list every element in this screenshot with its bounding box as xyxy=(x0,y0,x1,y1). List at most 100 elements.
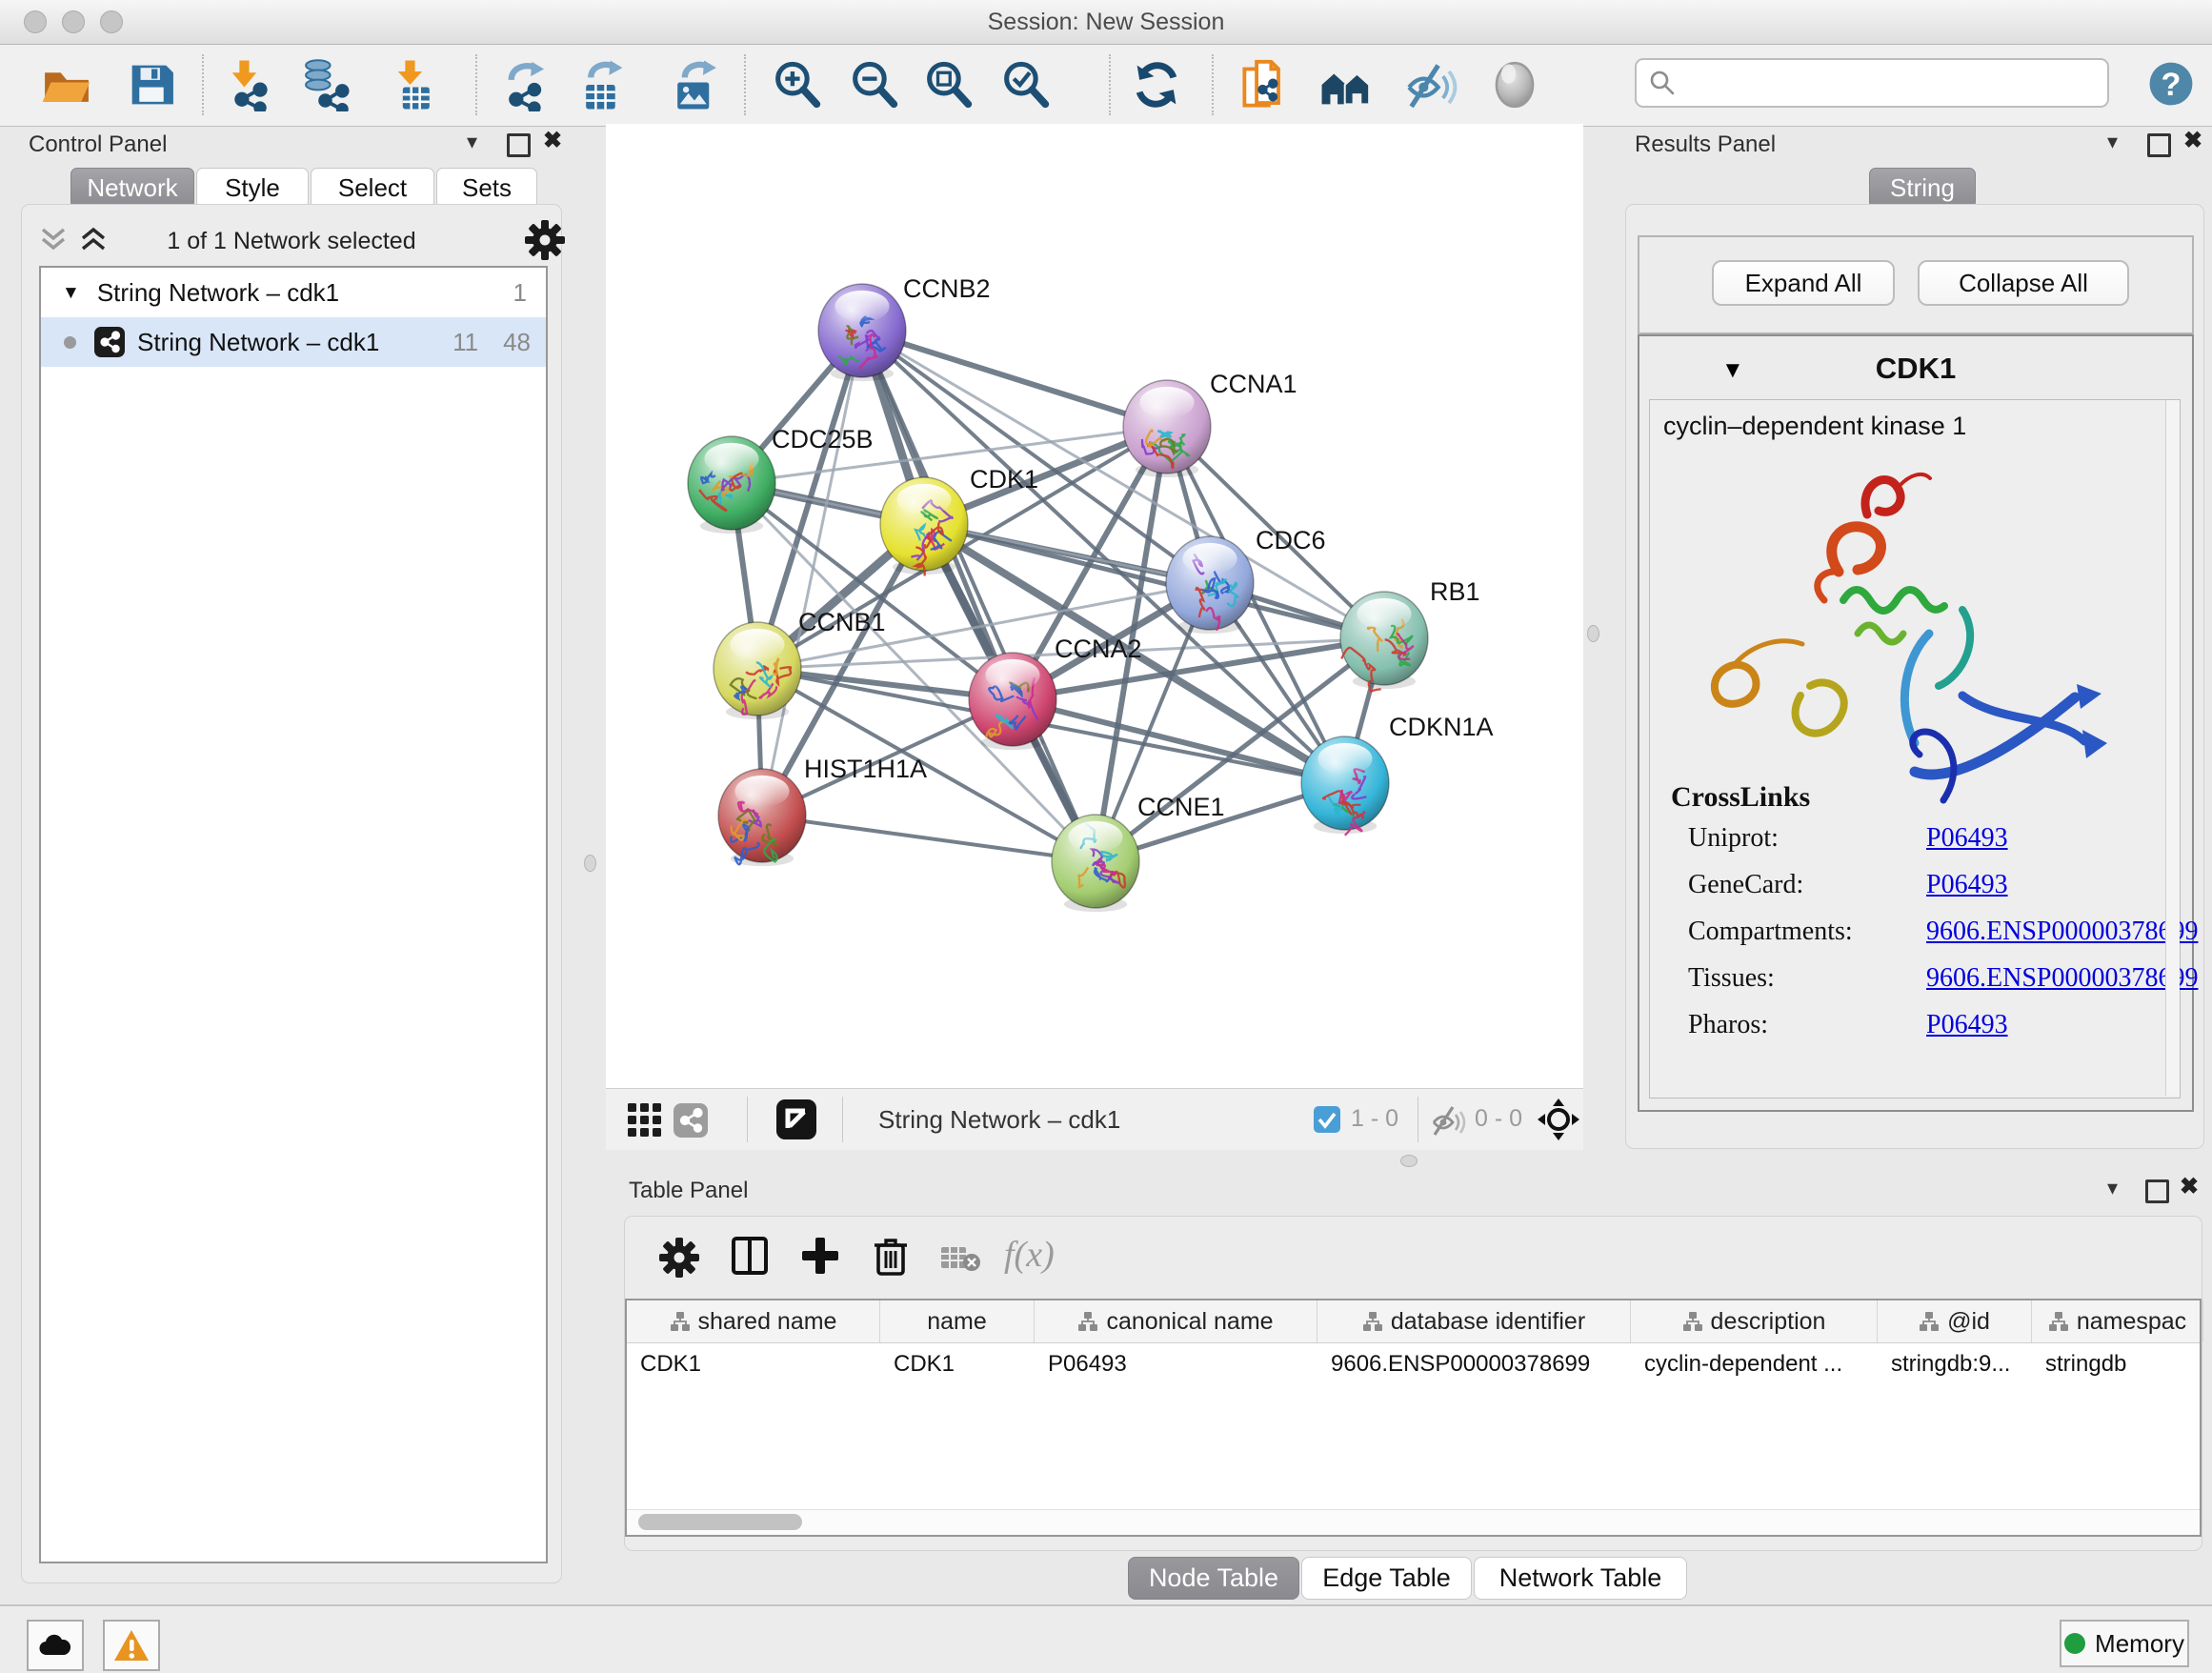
export-image-button[interactable] xyxy=(668,58,721,111)
delete-column-icon[interactable] xyxy=(871,1236,911,1276)
show-columns-icon[interactable] xyxy=(730,1236,770,1276)
results-panel-collapse-icon[interactable]: ▾ xyxy=(2107,131,2118,152)
column-header-database-identifier[interactable]: database identifier xyxy=(1317,1300,1631,1342)
help-button[interactable]: ? xyxy=(2143,56,2197,110)
zoom-selected-button[interactable] xyxy=(999,58,1053,111)
network-row[interactable]: String Network – cdk1 11 48 xyxy=(41,317,546,367)
column-header-description[interactable]: description xyxy=(1631,1300,1878,1342)
edge-CCNB2-CCNA1[interactable] xyxy=(862,331,1167,427)
left-splitter-handle[interactable] xyxy=(584,855,596,872)
results-panel-body: Expand All Collapse All ▼ CDK1 cyclin–de… xyxy=(1625,204,2204,1149)
crosslink-value-link[interactable]: 9606.ENSP00000378699 xyxy=(1926,917,2198,947)
crosslink-value-link[interactable]: P06493 xyxy=(1926,823,2008,854)
warnings-button[interactable] xyxy=(103,1620,160,1671)
save-session-button[interactable] xyxy=(125,58,178,111)
zoom-fit-button[interactable] xyxy=(922,58,975,111)
node-CCNA2[interactable] xyxy=(969,653,1056,750)
string-network-graph[interactable]: CCNB2CCNA1CDC25BCDK1CDC6RB1CCNB1CCNA2CDK… xyxy=(606,124,1583,1088)
node-RB1[interactable] xyxy=(1340,592,1428,693)
export-table-button[interactable] xyxy=(576,58,630,111)
import-network-file-button[interactable] xyxy=(220,58,273,111)
table-type-tabs: Node TableEdge TableNetwork Table xyxy=(1128,1557,1689,1600)
node-CDC6[interactable] xyxy=(1166,536,1254,634)
delete-table-icon[interactable] xyxy=(939,1243,981,1274)
network-options-gear-icon[interactable] xyxy=(525,220,565,265)
table-row[interactable]: CDK1CDK1P064939606.ENSP00000378699cyclin… xyxy=(627,1343,2200,1385)
tab-string[interactable]: String xyxy=(1869,168,1976,209)
cloud-status-button[interactable] xyxy=(27,1620,84,1671)
node-CCNB1[interactable] xyxy=(714,622,801,719)
zoom-in-icon xyxy=(771,58,824,111)
tab-sets[interactable]: Sets xyxy=(436,168,537,209)
string-view-icon[interactable] xyxy=(673,1102,709,1139)
clone-network-button[interactable] xyxy=(1238,58,1292,111)
hide-details-button[interactable] xyxy=(1404,58,1458,111)
column-header-namespac[interactable]: namespac xyxy=(2032,1300,2203,1342)
show-details-button[interactable] xyxy=(1488,58,1541,111)
fit-crosshair-icon[interactable] xyxy=(1536,1097,1581,1142)
results-panel-close-icon[interactable]: ✖ xyxy=(2183,130,2202,152)
node-CCNE1[interactable] xyxy=(1052,815,1139,912)
export-network-button[interactable] xyxy=(499,58,553,111)
node-HIST1H1A[interactable] xyxy=(718,769,806,866)
results-panel-tabs: String xyxy=(1869,168,1978,209)
tab-node-table[interactable]: Node Table xyxy=(1128,1557,1299,1600)
open-home-button[interactable] xyxy=(1319,58,1373,111)
gene-title: CDK1 xyxy=(1639,352,2192,386)
results-panel-float-icon[interactable] xyxy=(2147,133,2171,157)
tree-expand-icon[interactable]: ▼ xyxy=(62,284,80,302)
birds-eye-view-icon[interactable] xyxy=(775,1099,817,1140)
column-type-icon xyxy=(670,1311,691,1332)
crosslinks-title: CrossLinks xyxy=(1671,781,1810,814)
column-header-name[interactable]: name xyxy=(880,1300,1035,1342)
control-panel-float-icon[interactable] xyxy=(507,133,531,157)
network-collection-row[interactable]: ▼ String Network – cdk1 1 xyxy=(41,268,546,317)
edge-CCNE1-HIST1H1A[interactable] xyxy=(762,816,1096,861)
node-CDC25B[interactable] xyxy=(688,436,775,534)
column-header-shared-name[interactable]: shared name xyxy=(627,1300,880,1342)
tab-edge-table[interactable]: Edge Table xyxy=(1301,1557,1472,1600)
zoom-in-button[interactable] xyxy=(771,58,824,111)
crosslink-value-link[interactable]: 9606.ENSP00000378699 xyxy=(1926,963,2198,994)
selected-checkbox-icon[interactable] xyxy=(1313,1105,1341,1134)
memory-button[interactable]: Memory xyxy=(2060,1620,2189,1667)
table-cell: cyclin-dependent ... xyxy=(1631,1343,1878,1385)
open-session-button[interactable] xyxy=(40,58,93,111)
tab-network[interactable]: Network xyxy=(70,168,194,209)
search-input[interactable] xyxy=(1635,58,2109,108)
network-view-toolbar: String Network – cdk1 1 - 0 0 - 0 xyxy=(606,1088,1583,1150)
grid-view-icon[interactable] xyxy=(627,1102,663,1139)
import-network-icon xyxy=(220,58,273,111)
table-panel-close-icon[interactable]: ✖ xyxy=(2180,1176,2199,1199)
tab-style[interactable]: Style xyxy=(196,168,309,209)
right-splitter-handle[interactable] xyxy=(1587,625,1599,642)
import-table-button[interactable] xyxy=(386,58,439,111)
table-hscrollbar[interactable] xyxy=(627,1509,2200,1535)
crosslink-label: Uniprot: xyxy=(1688,823,1926,854)
export-table-icon xyxy=(576,58,630,111)
bottom-splitter-handle[interactable] xyxy=(1400,1155,1418,1167)
zoom-out-button[interactable] xyxy=(848,58,901,111)
import-network-database-button[interactable] xyxy=(301,58,354,111)
help-icon: ? xyxy=(2143,56,2199,111)
crosslink-value-link[interactable]: P06493 xyxy=(1926,870,2008,900)
crosslink-value-link[interactable]: P06493 xyxy=(1926,1010,2008,1040)
control-panel-close-icon[interactable]: ✖ xyxy=(543,130,562,152)
table-panel-float-icon[interactable] xyxy=(2145,1179,2169,1203)
results-scrollbar[interactable] xyxy=(2165,400,2180,1096)
table-hscrollbar-thumb[interactable] xyxy=(638,1514,802,1530)
tab-select[interactable]: Select xyxy=(311,168,434,209)
table-options-gear-icon[interactable] xyxy=(659,1238,699,1282)
network-canvas[interactable]: CCNB2CCNA1CDC25BCDK1CDC6RB1CCNB1CCNA2CDK… xyxy=(606,124,1583,1088)
column-header-@id[interactable]: @id xyxy=(1878,1300,2032,1342)
apply-layout-button[interactable] xyxy=(1130,58,1183,111)
node-CDKN1A[interactable] xyxy=(1301,736,1389,836)
add-column-icon[interactable] xyxy=(800,1236,840,1276)
column-header-canonical-name[interactable]: canonical name xyxy=(1035,1300,1317,1342)
collapse-all-button[interactable]: Collapse All xyxy=(1918,260,2129,306)
expand-all-button[interactable]: Expand All xyxy=(1712,260,1895,306)
table-panel-collapse-icon[interactable]: ▾ xyxy=(2107,1178,2118,1199)
control-panel-collapse-icon[interactable]: ▾ xyxy=(467,131,477,152)
node-CCNA1[interactable] xyxy=(1123,380,1211,477)
tab-network-table[interactable]: Network Table xyxy=(1474,1557,1687,1600)
